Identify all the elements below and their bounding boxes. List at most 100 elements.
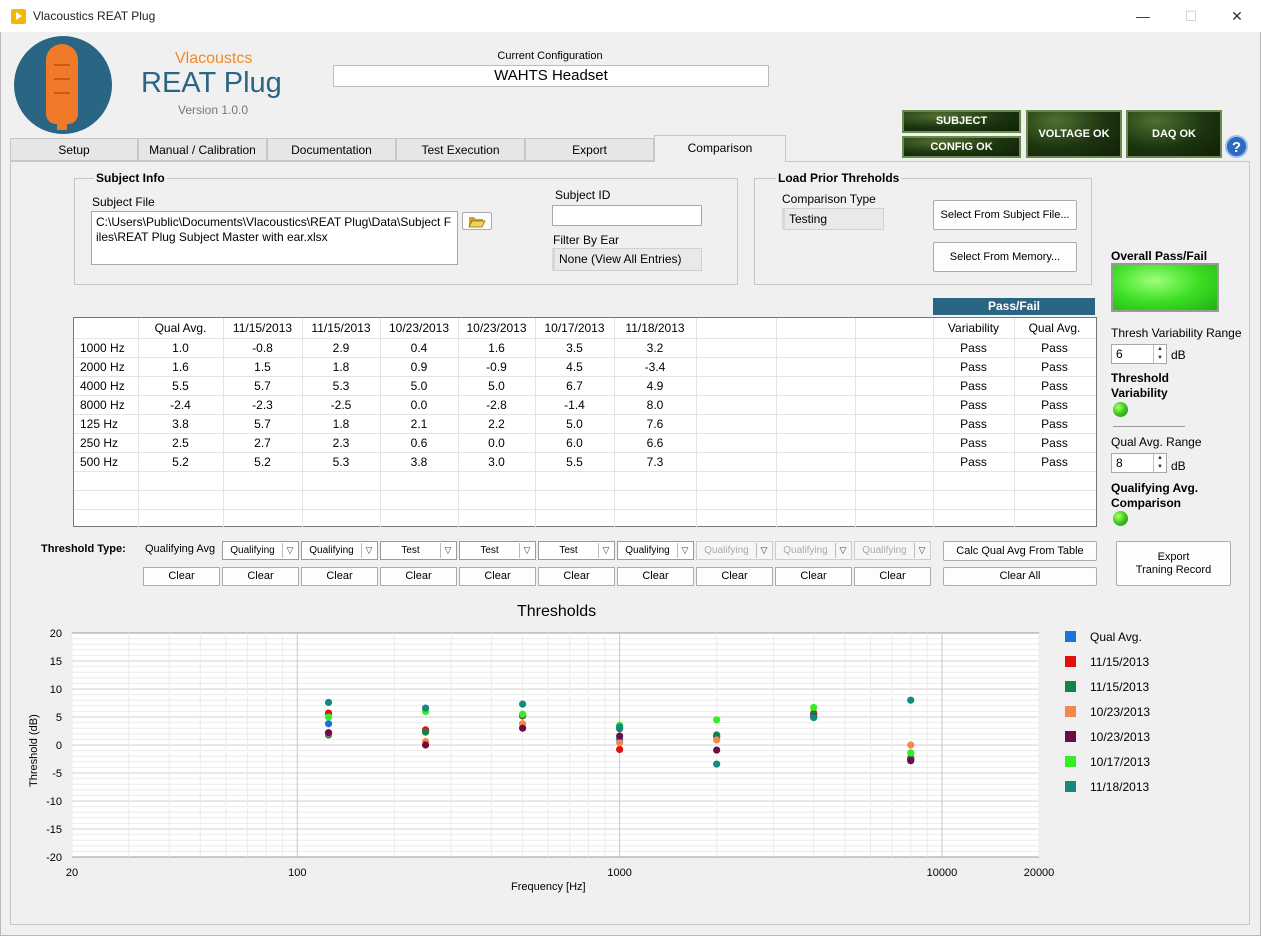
clear-all-button[interactable]: Clear All	[943, 567, 1097, 586]
clear-button[interactable]: Clear	[301, 567, 378, 586]
maximize-button[interactable]: ☐	[1168, 4, 1214, 28]
table-cell[interactable]: 3.8	[138, 415, 223, 434]
threshold-type-select[interactable]: Qualifying ▽	[222, 541, 299, 560]
tab-manual-calibration[interactable]: Manual / Calibration	[138, 138, 267, 161]
threshold-type-select[interactable]: Qualifying ▽	[775, 541, 852, 560]
table-cell[interactable]: 3.5	[535, 339, 614, 358]
table-cell[interactable]: 6.6	[614, 434, 696, 453]
table-cell[interactable]: -0.8	[223, 339, 302, 358]
clear-button[interactable]: Clear	[143, 567, 220, 586]
minimize-button[interactable]: —	[1120, 4, 1166, 28]
chevron-down-icon: ▽	[440, 543, 455, 558]
table-cell[interactable]: -2.4	[138, 396, 223, 415]
table-cell[interactable]: 8.0	[614, 396, 696, 415]
threshold-type-select[interactable]: Qualifying ▽	[617, 541, 694, 560]
select-from-subject-file-button[interactable]: Select From Subject File...	[933, 200, 1077, 230]
subject-file-path[interactable]: C:\Users\Public\Documents\Vlacoustics\RE…	[91, 211, 458, 265]
table-cell[interactable]: 1.0	[138, 339, 223, 358]
table-cell[interactable]: -1.4	[535, 396, 614, 415]
table-cell[interactable]: 1.8	[302, 415, 380, 434]
table-cell[interactable]: 1.5	[223, 358, 302, 377]
table-cell[interactable]: 0.4	[380, 339, 458, 358]
table-cell[interactable]: 5.3	[302, 377, 380, 396]
table-cell[interactable]: 5.7	[223, 377, 302, 396]
threshold-type-select[interactable]: Qualifying ▽	[301, 541, 378, 560]
table-cell[interactable]: -3.4	[614, 358, 696, 377]
table-cell[interactable]: 1.8	[302, 358, 380, 377]
table-cell[interactable]: 5.5	[535, 453, 614, 472]
table-cell[interactable]: 0.0	[380, 396, 458, 415]
table-cell[interactable]: 5.2	[138, 453, 223, 472]
close-button[interactable]: ✕	[1214, 4, 1260, 28]
table-cell[interactable]: 5.5	[138, 377, 223, 396]
table-cell[interactable]: 2.7	[223, 434, 302, 453]
calc-qual-avg-button[interactable]: Calc Qual Avg From Table	[943, 541, 1097, 561]
table-cell[interactable]: 1.6	[138, 358, 223, 377]
clear-button[interactable]: Clear	[222, 567, 299, 586]
spinner-arrows-icon[interactable]: ▲ ▼	[1153, 454, 1166, 472]
table-cell[interactable]: 1.6	[458, 339, 535, 358]
spinner-arrows-icon[interactable]: ▲ ▼	[1153, 345, 1166, 363]
app-icon	[11, 9, 26, 24]
table-cell[interactable]: 7.3	[614, 453, 696, 472]
table-cell[interactable]: 6.7	[535, 377, 614, 396]
tab-test-execution[interactable]: Test Execution	[396, 138, 525, 161]
clear-button[interactable]: Clear	[617, 567, 694, 586]
folder-browse-button[interactable]	[462, 212, 492, 230]
threshold-type-select[interactable]: Qualifying ▽	[854, 541, 931, 560]
table-cell[interactable]: 5.0	[380, 377, 458, 396]
tab-setup[interactable]: Setup	[10, 138, 138, 161]
table-cell[interactable]: 0.9	[380, 358, 458, 377]
comparison-type-value[interactable]: Testing	[782, 208, 884, 230]
filter-by-ear-value[interactable]: None (View All Entries)	[552, 248, 702, 271]
table-cell[interactable]: 2.3	[302, 434, 380, 453]
table-cell[interactable]: 2.1	[380, 415, 458, 434]
threshold-type-select[interactable]: Test ▽	[538, 541, 615, 560]
table-cell[interactable]: 5.7	[223, 415, 302, 434]
help-icon[interactable]: ?	[1225, 135, 1248, 158]
pass-fail-cell: Pass	[960, 341, 987, 355]
tab-export[interactable]: Export	[525, 138, 654, 161]
clear-button[interactable]: Clear	[538, 567, 615, 586]
table-cell[interactable]: -2.8	[458, 396, 535, 415]
data-point	[907, 757, 915, 765]
table-cell[interactable]: 2.9	[302, 339, 380, 358]
clear-button[interactable]: Clear	[696, 567, 773, 586]
clear-button[interactable]: Clear	[775, 567, 852, 586]
table-cell[interactable]: 3.0	[458, 453, 535, 472]
tab-comparison[interactable]: Comparison	[654, 135, 786, 162]
pass-fail-cell: Pass	[960, 436, 987, 450]
clear-button[interactable]: Clear	[459, 567, 536, 586]
thresholds-table[interactable]: Qual Avg. 11/15/2013 11/15/2013 10/23/2013 1…	[73, 317, 1097, 528]
table-cell[interactable]: -2.5	[302, 396, 380, 415]
tab-documentation[interactable]: Documentation	[267, 138, 396, 161]
table-cell[interactable]: -0.9	[458, 358, 535, 377]
overall-pass-fail-label: Overall Pass/Fail	[1111, 249, 1208, 263]
thresh-variability-range-input[interactable]: 6 ▲ ▼	[1111, 344, 1167, 364]
table-cell[interactable]: 5.2	[223, 453, 302, 472]
select-from-memory-button[interactable]: Select From Memory...	[933, 242, 1077, 272]
table-cell[interactable]: 2.5	[138, 434, 223, 453]
table-cell[interactable]: 0.6	[380, 434, 458, 453]
legend-swatch	[1065, 731, 1076, 742]
table-cell[interactable]: 0.0	[458, 434, 535, 453]
table-cell[interactable]: 4.5	[535, 358, 614, 377]
table-cell[interactable]: 5.0	[458, 377, 535, 396]
export-training-record-button[interactable]: Export Traning Record	[1116, 541, 1231, 586]
table-cell[interactable]: 3.8	[380, 453, 458, 472]
table-cell[interactable]: 6.0	[535, 434, 614, 453]
table-cell[interactable]: 7.6	[614, 415, 696, 434]
table-cell[interactable]: -2.3	[223, 396, 302, 415]
clear-button[interactable]: Clear	[380, 567, 457, 586]
table-cell[interactable]: 5.0	[535, 415, 614, 434]
table-cell[interactable]: 5.3	[302, 453, 380, 472]
threshold-type-select[interactable]: Test ▽	[380, 541, 457, 560]
threshold-type-select[interactable]: Qualifying ▽	[696, 541, 773, 560]
threshold-type-select[interactable]: Test ▽	[459, 541, 536, 560]
table-cell[interactable]: 4.9	[614, 377, 696, 396]
table-cell[interactable]: 2.2	[458, 415, 535, 434]
qual-avg-range-input[interactable]: 8 ▲ ▼	[1111, 453, 1167, 473]
clear-button[interactable]: Clear	[854, 567, 931, 586]
table-cell[interactable]: 3.2	[614, 339, 696, 358]
subject-id-input[interactable]	[552, 205, 702, 226]
